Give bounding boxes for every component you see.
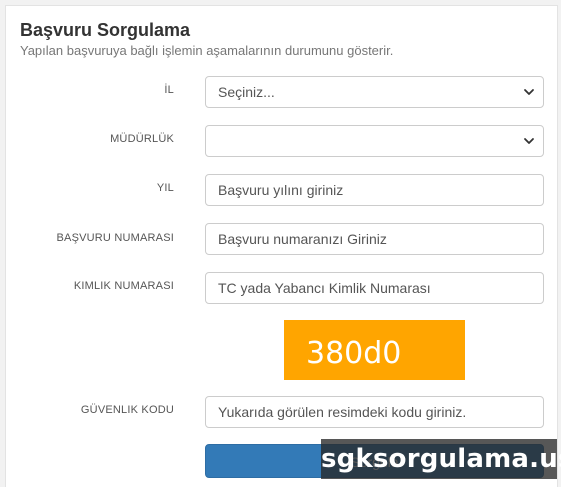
watermark-overlay: sgksorgulama.us (321, 439, 561, 479)
kimlik-no-input[interactable] (205, 272, 544, 304)
query-form-card: Başvuru Sorgulama Yapılan başvuruya bağl… (5, 5, 558, 487)
il-label: İL (164, 84, 174, 96)
yil-label: YIL (156, 182, 174, 194)
il-selected-value: Seçiniz... (218, 84, 275, 100)
captcha-image: 380d0 (284, 320, 465, 380)
yil-input[interactable] (205, 174, 544, 206)
kimlik-no-label: KIMLIK NUMARASI (73, 280, 174, 292)
basvuru-no-input[interactable] (205, 223, 544, 255)
mudurluk-label: MÜDÜRLÜK (110, 133, 174, 145)
chevron-down-icon (524, 138, 534, 144)
mudurluk-select[interactable] (205, 125, 544, 157)
il-select[interactable]: Seçiniz... (205, 76, 544, 108)
guvenlik-kodu-input[interactable] (205, 396, 544, 428)
form-subtitle: Yapılan başvuruya bağlı işlemin aşamalar… (20, 43, 394, 58)
form-title: Başvuru Sorgulama (20, 20, 191, 40)
basvuru-no-label: BAŞVURU NUMARASI (56, 232, 174, 244)
chevron-down-icon (524, 89, 534, 95)
guvenlik-kodu-label: GÜVENLIK KODU (80, 404, 174, 416)
